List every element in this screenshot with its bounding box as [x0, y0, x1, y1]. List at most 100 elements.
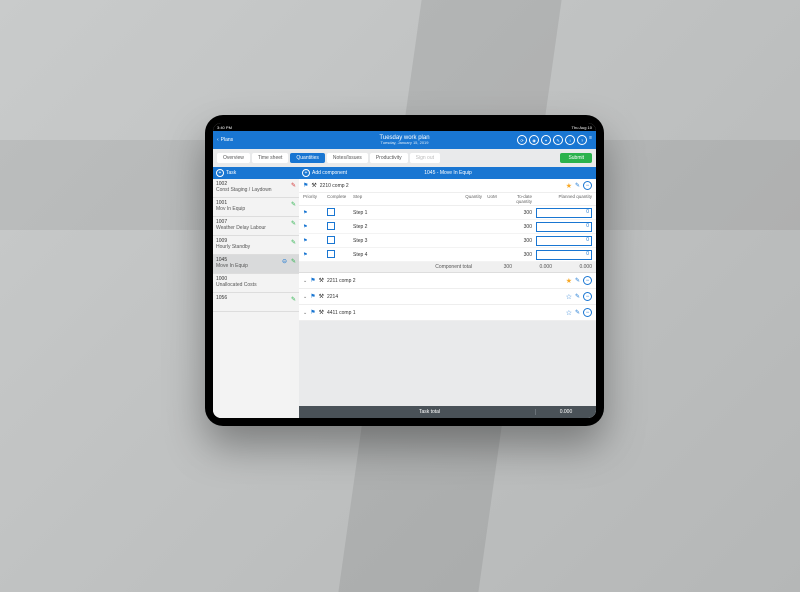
step-todate: 300: [502, 252, 532, 258]
comment-icon[interactable]: ✎: [575, 182, 580, 189]
title-center: Tuesday work plan Tuesday, January 15, 2…: [379, 135, 429, 146]
complete-checkbox[interactable]: [327, 250, 353, 260]
hammer-icon[interactable]: ⚒: [319, 277, 324, 284]
tab-timesheet[interactable]: Time sheet: [252, 153, 289, 163]
step-row: ⚑ Step 4 300 0: [299, 248, 596, 262]
minus-circle-icon[interactable]: ⊖: [282, 258, 287, 265]
help-icon[interactable]: ?: [577, 135, 587, 145]
flag-icon[interactable]: ⚑: [310, 293, 315, 300]
back-button[interactable]: ‹ Plans: [217, 137, 233, 143]
planned-qty-input[interactable]: 0: [536, 222, 592, 232]
step-todate: 300: [502, 210, 532, 216]
task-name: Hourly Standby: [216, 244, 296, 250]
star-icon[interactable]: ★: [566, 182, 572, 190]
star-icon[interactable]: ☆: [566, 293, 572, 301]
col-planned: Planned quantity: [532, 194, 592, 204]
task-id: 1056: [216, 295, 296, 301]
submit-button[interactable]: Submit: [560, 153, 592, 163]
refresh-icon[interactable]: ⟳: [517, 135, 527, 145]
step-planned: 0: [532, 208, 592, 218]
hammer-icon[interactable]: ⚒: [319, 309, 324, 316]
priority-flag-icon[interactable]: ⚑: [303, 252, 327, 258]
step-rows: ⚑ Step 1 300 0 ⚑ Step 2 300 0 ⚑ Step 3 300 0 ⚑ Step 4…: [299, 206, 596, 262]
other-components: ⌄⚑⚒2211 comp 2★✎−⌄⚑⚒2214☆✎−⌄⚑⚒4411 comp …: [299, 273, 596, 321]
tab-quantities[interactable]: Quantities: [290, 153, 325, 163]
collapsed-component-row[interactable]: ⌄⚑⚒2211 comp 2★✎−: [299, 273, 596, 289]
sync-icon[interactable]: ◉: [529, 135, 539, 145]
task-item[interactable]: 1009Hourly Standby✎: [213, 236, 299, 255]
task-item[interactable]: 1007Weather Delay Labour✎: [213, 217, 299, 236]
pencil-icon: ✎: [291, 201, 296, 208]
pencil-icon: ✎: [291, 258, 296, 265]
component-name: 2211 comp 2: [327, 278, 563, 284]
comment-icon[interactable]: ✎: [575, 293, 580, 300]
tab-signout[interactable]: Sign out: [410, 153, 440, 163]
hammer-icon[interactable]: ⚒: [319, 293, 324, 300]
tablet-device: 3:40 PM Thu Aug 10 ‹ Plans Tuesday work …: [205, 115, 604, 426]
tab-notes[interactable]: Notes/Issues: [327, 153, 368, 163]
add-task-icon[interactable]: +: [216, 169, 224, 177]
component-name: 2210 comp 2: [320, 183, 563, 189]
flag-icon[interactable]: ⚑: [303, 182, 308, 189]
col-priority: Priority: [303, 194, 327, 204]
status-date: Thu Aug 10: [572, 125, 592, 130]
users-icon[interactable]: ⚭: [541, 135, 551, 145]
collapsed-component-row[interactable]: ⌄⚑⚒4411 comp 1☆✎−: [299, 305, 596, 321]
task-item[interactable]: 1001Mov In Equip✎: [213, 198, 299, 217]
task-item[interactable]: 1000Unallocated Costs: [213, 274, 299, 293]
comment-icon[interactable]: ✎: [575, 277, 580, 284]
step-name: Step 2: [353, 224, 454, 230]
menu-icon[interactable]: ≡: [589, 135, 592, 145]
toolbar-icons: ⟳ ◉ ⚭ ✎ i ? ≡: [517, 135, 592, 145]
pencil-icon: ✎: [291, 182, 296, 189]
app-screen: 3:40 PM Thu Aug 10 ‹ Plans Tuesday work …: [213, 123, 596, 418]
planned-qty-input[interactable]: 0: [536, 236, 592, 246]
step-name: Step 1: [353, 210, 454, 216]
step-name: Step 4: [353, 252, 454, 258]
collapse-icon[interactable]: −: [583, 308, 592, 317]
collapse-icon[interactable]: −: [583, 292, 592, 301]
tab-productivity[interactable]: Productivity: [370, 153, 408, 163]
collapse-icon[interactable]: −: [583, 181, 592, 190]
priority-flag-icon[interactable]: ⚑: [303, 238, 327, 244]
star-icon[interactable]: ★: [566, 277, 572, 285]
task-name: Weather Delay Labour: [216, 225, 296, 231]
component-name: 2214: [327, 294, 563, 300]
planned-qty-input[interactable]: 0: [536, 208, 592, 218]
add-component-button[interactable]: + Add component: [299, 169, 350, 177]
task-list: 1002Const Staging / Laydown✎1001Mov In E…: [213, 179, 299, 312]
task-name: Mov In Equip: [216, 206, 296, 212]
step-row: ⚑Step 33000: [299, 234, 596, 248]
chevron-left-icon: ‹: [217, 137, 219, 143]
comment-icon[interactable]: ✎: [575, 309, 580, 316]
active-component-card: ⚑ ⚒ 2210 comp 2 ★ ✎ − Priority Complete …: [299, 179, 596, 273]
task-total-val2: 0.000: [535, 409, 596, 415]
task-item[interactable]: 1045Move In Equip✎⊖: [213, 255, 299, 274]
complete-checkbox[interactable]: [327, 208, 353, 218]
task-item[interactable]: 1002Const Staging / Laydown✎: [213, 179, 299, 198]
hammer-icon[interactable]: ⚒: [311, 182, 316, 189]
complete-checkbox[interactable]: [327, 222, 353, 232]
plus-icon: +: [302, 169, 310, 177]
task-item[interactable]: 1056✎: [213, 293, 299, 312]
flag-icon[interactable]: ⚑: [310, 277, 315, 284]
collapsed-component-row[interactable]: ⌄⚑⚒2214☆✎−: [299, 289, 596, 305]
step-todate: 300: [502, 224, 532, 230]
info-icon[interactable]: i: [565, 135, 575, 145]
component-header: ⚑ ⚒ 2210 comp 2 ★ ✎ −: [299, 179, 596, 193]
planned-qty-input[interactable]: 0: [536, 250, 592, 260]
col-complete: Complete: [327, 194, 353, 204]
task-name: Unallocated Costs: [216, 282, 296, 288]
flag-icon[interactable]: ⚑: [310, 309, 315, 316]
collapse-icon[interactable]: −: [583, 276, 592, 285]
tab-overview[interactable]: Overview: [217, 153, 250, 163]
ios-status-bar: 3:40 PM Thu Aug 10: [213, 123, 596, 131]
pencil-icon: ✎: [291, 239, 296, 246]
step-name: Step 3: [353, 238, 454, 244]
step-planned: 0: [532, 236, 592, 246]
priority-flag-icon[interactable]: ⚑: [303, 210, 327, 216]
star-icon[interactable]: ☆: [566, 309, 572, 317]
priority-flag-icon[interactable]: ⚑: [303, 224, 327, 230]
edit-icon[interactable]: ✎: [553, 135, 563, 145]
complete-checkbox[interactable]: [327, 236, 353, 246]
